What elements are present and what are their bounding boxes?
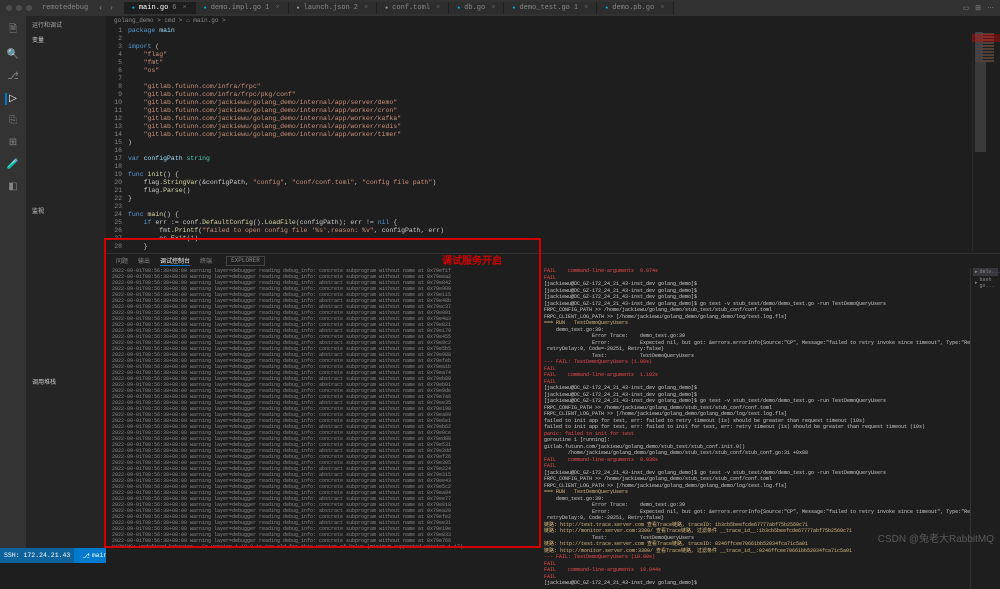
- tab-problems[interactable]: 问题: [116, 256, 128, 266]
- editor-area: golang_demo > cmd > ⌂ main.go > 1package…: [106, 16, 1000, 548]
- code-line[interactable]: 2: [106, 35, 1000, 43]
- close-icon[interactable]: ×: [182, 4, 186, 12]
- code-line[interactable]: 7: [106, 75, 1000, 83]
- code-line[interactable]: 25 if err := conf.DefaultConfig().LoadFi…: [106, 219, 1000, 227]
- nav-arrows[interactable]: ‹ ›: [98, 4, 114, 13]
- tab-demo_test-go[interactable]: ●demo_test.go1×: [504, 2, 597, 14]
- code-line[interactable]: 9 "gitlab.futunn.com/infra/frpc/pkg/conf…: [106, 91, 1000, 99]
- file-icon: ●: [385, 5, 388, 11]
- window-controls[interactable]: [6, 5, 32, 11]
- close-icon[interactable]: ×: [491, 4, 495, 12]
- run-debug-icon[interactable]: ▷: [5, 93, 17, 105]
- search-icon[interactable]: 🔍: [7, 49, 19, 61]
- file-icon: ●: [457, 5, 460, 11]
- branch-icon: ⎇: [82, 552, 90, 560]
- terminal-line: [jackiewu@DC_GZ-172_24_21_43-inst_dev go…: [544, 580, 964, 587]
- code-line[interactable]: 6 "os": [106, 67, 1000, 75]
- tab-terminal[interactable]: 终端: [200, 256, 212, 266]
- code-line[interactable]: 11 "gitlab.futunn.com/jackiewu/golang_de…: [106, 107, 1000, 115]
- code-line[interactable]: 15): [106, 139, 1000, 147]
- code-line[interactable]: 27 os.Exit(1): [106, 235, 1000, 243]
- panel-tabs: 问题 输出 调试控制台 终端 EXPLORER: [106, 254, 1000, 268]
- launch-select[interactable]: EXPLORER: [226, 256, 265, 266]
- code-line[interactable]: 24func main() {: [106, 211, 1000, 219]
- file-icon: ●: [132, 5, 135, 11]
- extensions-icon[interactable]: ⊞: [9, 137, 17, 149]
- code-line[interactable]: 23: [106, 203, 1000, 211]
- project-name: remotedebug: [42, 4, 88, 12]
- tab-db-go[interactable]: ●db.go×: [449, 2, 504, 14]
- close-icon[interactable]: ×: [275, 4, 279, 12]
- callstack-section[interactable]: 调用堆栈: [26, 375, 106, 388]
- remote-indicator[interactable]: SSH: 172.24.21.43: [0, 548, 74, 563]
- close-icon[interactable]: ×: [584, 4, 588, 12]
- code-line[interactable]: 18: [106, 163, 1000, 171]
- close-icon[interactable]: ×: [660, 4, 664, 12]
- terminal-line: failed to init app for test, err: failed…: [544, 424, 964, 431]
- code-line[interactable]: 3import (: [106, 43, 1000, 51]
- terminal-item[interactable]: ▸delv...: [973, 268, 998, 276]
- code-line[interactable]: 20 flag.StringVar(&configPath, "config",…: [106, 179, 1000, 187]
- terminal-item[interactable]: ▸bash go...: [973, 276, 998, 290]
- file-icon: ●: [204, 5, 207, 11]
- git-icon[interactable]: ⎇: [7, 71, 19, 83]
- tab-output[interactable]: 输出: [138, 256, 150, 266]
- sidebar-title: 运行和调试: [26, 16, 106, 33]
- split-icon: ⊞: [975, 4, 981, 13]
- terminal-icon: ▸: [975, 269, 978, 275]
- code-line[interactable]: 12 "gitlab.futunn.com/jackiewu/golang_de…: [106, 115, 1000, 123]
- code-line[interactable]: 4 "flag": [106, 51, 1000, 59]
- minimap-error-marker: [972, 34, 1000, 42]
- file-icon: ●: [512, 5, 515, 11]
- tab-main-go[interactable]: ●main.go6×: [124, 2, 196, 14]
- bottom-panel: 问题 输出 调试控制台 终端 EXPLORER 2022-09-01T08:56…: [106, 253, 1000, 589]
- tab-launch-json[interactable]: ●launch.json2×: [289, 2, 378, 14]
- more-icon: ⋯: [987, 4, 994, 13]
- code-line[interactable]: 21 flag.Parse(): [106, 187, 1000, 195]
- layout-icon: ▭: [963, 4, 970, 13]
- code-line[interactable]: 28 }: [106, 243, 1000, 251]
- code-line[interactable]: 22}: [106, 195, 1000, 203]
- titlebar: remotedebug ‹ › ●main.go6×●demo.impl.go1…: [0, 0, 1000, 16]
- code-line[interactable]: 14 "gitlab.futunn.com/jackiewu/golang_de…: [106, 131, 1000, 139]
- editor-tabs: ●main.go6×●demo.impl.go1×●launch.json2×●…: [124, 2, 674, 14]
- code-line[interactable]: 26 fmt.Printf("failed to open config fil…: [106, 227, 1000, 235]
- code-line[interactable]: 13 "gitlab.futunn.com/jackiewu/golang_de…: [106, 123, 1000, 131]
- code-editor[interactable]: 1package main23import (4 "flag"5 "fmt"6 …: [106, 25, 1000, 253]
- tab-demo-impl-go[interactable]: ●demo.impl.go1×: [196, 2, 289, 14]
- files-icon[interactable]: 🗎: [9, 22, 17, 39]
- watermark: CSDN @兔老大RabbitMQ: [878, 530, 994, 545]
- docker-icon[interactable]: ◧: [8, 181, 17, 193]
- test-icon[interactable]: 🧪: [7, 159, 19, 171]
- close-icon[interactable]: ×: [364, 4, 368, 12]
- code-line[interactable]: 5 "fmt": [106, 59, 1000, 67]
- watch-section[interactable]: 监视: [26, 204, 106, 217]
- debug-console[interactable]: 2022-09-01T08:56:38+08:00 warning layer=…: [106, 254, 538, 589]
- close-icon[interactable]: ×: [436, 4, 440, 12]
- variables-section[interactable]: 变量: [26, 33, 106, 46]
- code-line[interactable]: 17var configPath string: [106, 155, 1000, 163]
- minimap[interactable]: [972, 32, 1000, 252]
- annotation-label: 调试服务开启: [442, 252, 502, 267]
- code-line[interactable]: 19func init() {: [106, 171, 1000, 179]
- terminal-icon: ▸: [975, 280, 978, 286]
- code-line[interactable]: 1package main: [106, 27, 1000, 35]
- code-line[interactable]: 10 "gitlab.futunn.com/jackiewu/golang_de…: [106, 99, 1000, 107]
- back-icon: ‹: [98, 4, 103, 13]
- tab-demo-pb-go[interactable]: ●demo.pb.go×: [597, 2, 673, 14]
- tab-debug-console[interactable]: 调试控制台: [160, 256, 190, 266]
- activity-bar: 🗎 🔍 ⎇ ▷ ⎘ ⊞ 🧪 ◧: [0, 16, 26, 548]
- remote-icon[interactable]: ⎘: [9, 115, 17, 127]
- breadcrumb[interactable]: golang_demo > cmd > ⌂ main.go >: [106, 16, 1000, 25]
- tab-conf-toml[interactable]: ●conf.toml×: [377, 2, 449, 14]
- file-icon: ●: [297, 5, 300, 11]
- code-line[interactable]: 8 "gitlab.futunn.com/infra/frpc": [106, 83, 1000, 91]
- titlebar-right-icons[interactable]: ▭ ⊞ ⋯: [963, 4, 995, 13]
- file-icon: ●: [605, 5, 608, 11]
- sidebar: 运行和调试 变量 监视 调用堆栈: [26, 16, 106, 548]
- forward-icon: ›: [109, 4, 114, 13]
- code-line[interactable]: 16: [106, 147, 1000, 155]
